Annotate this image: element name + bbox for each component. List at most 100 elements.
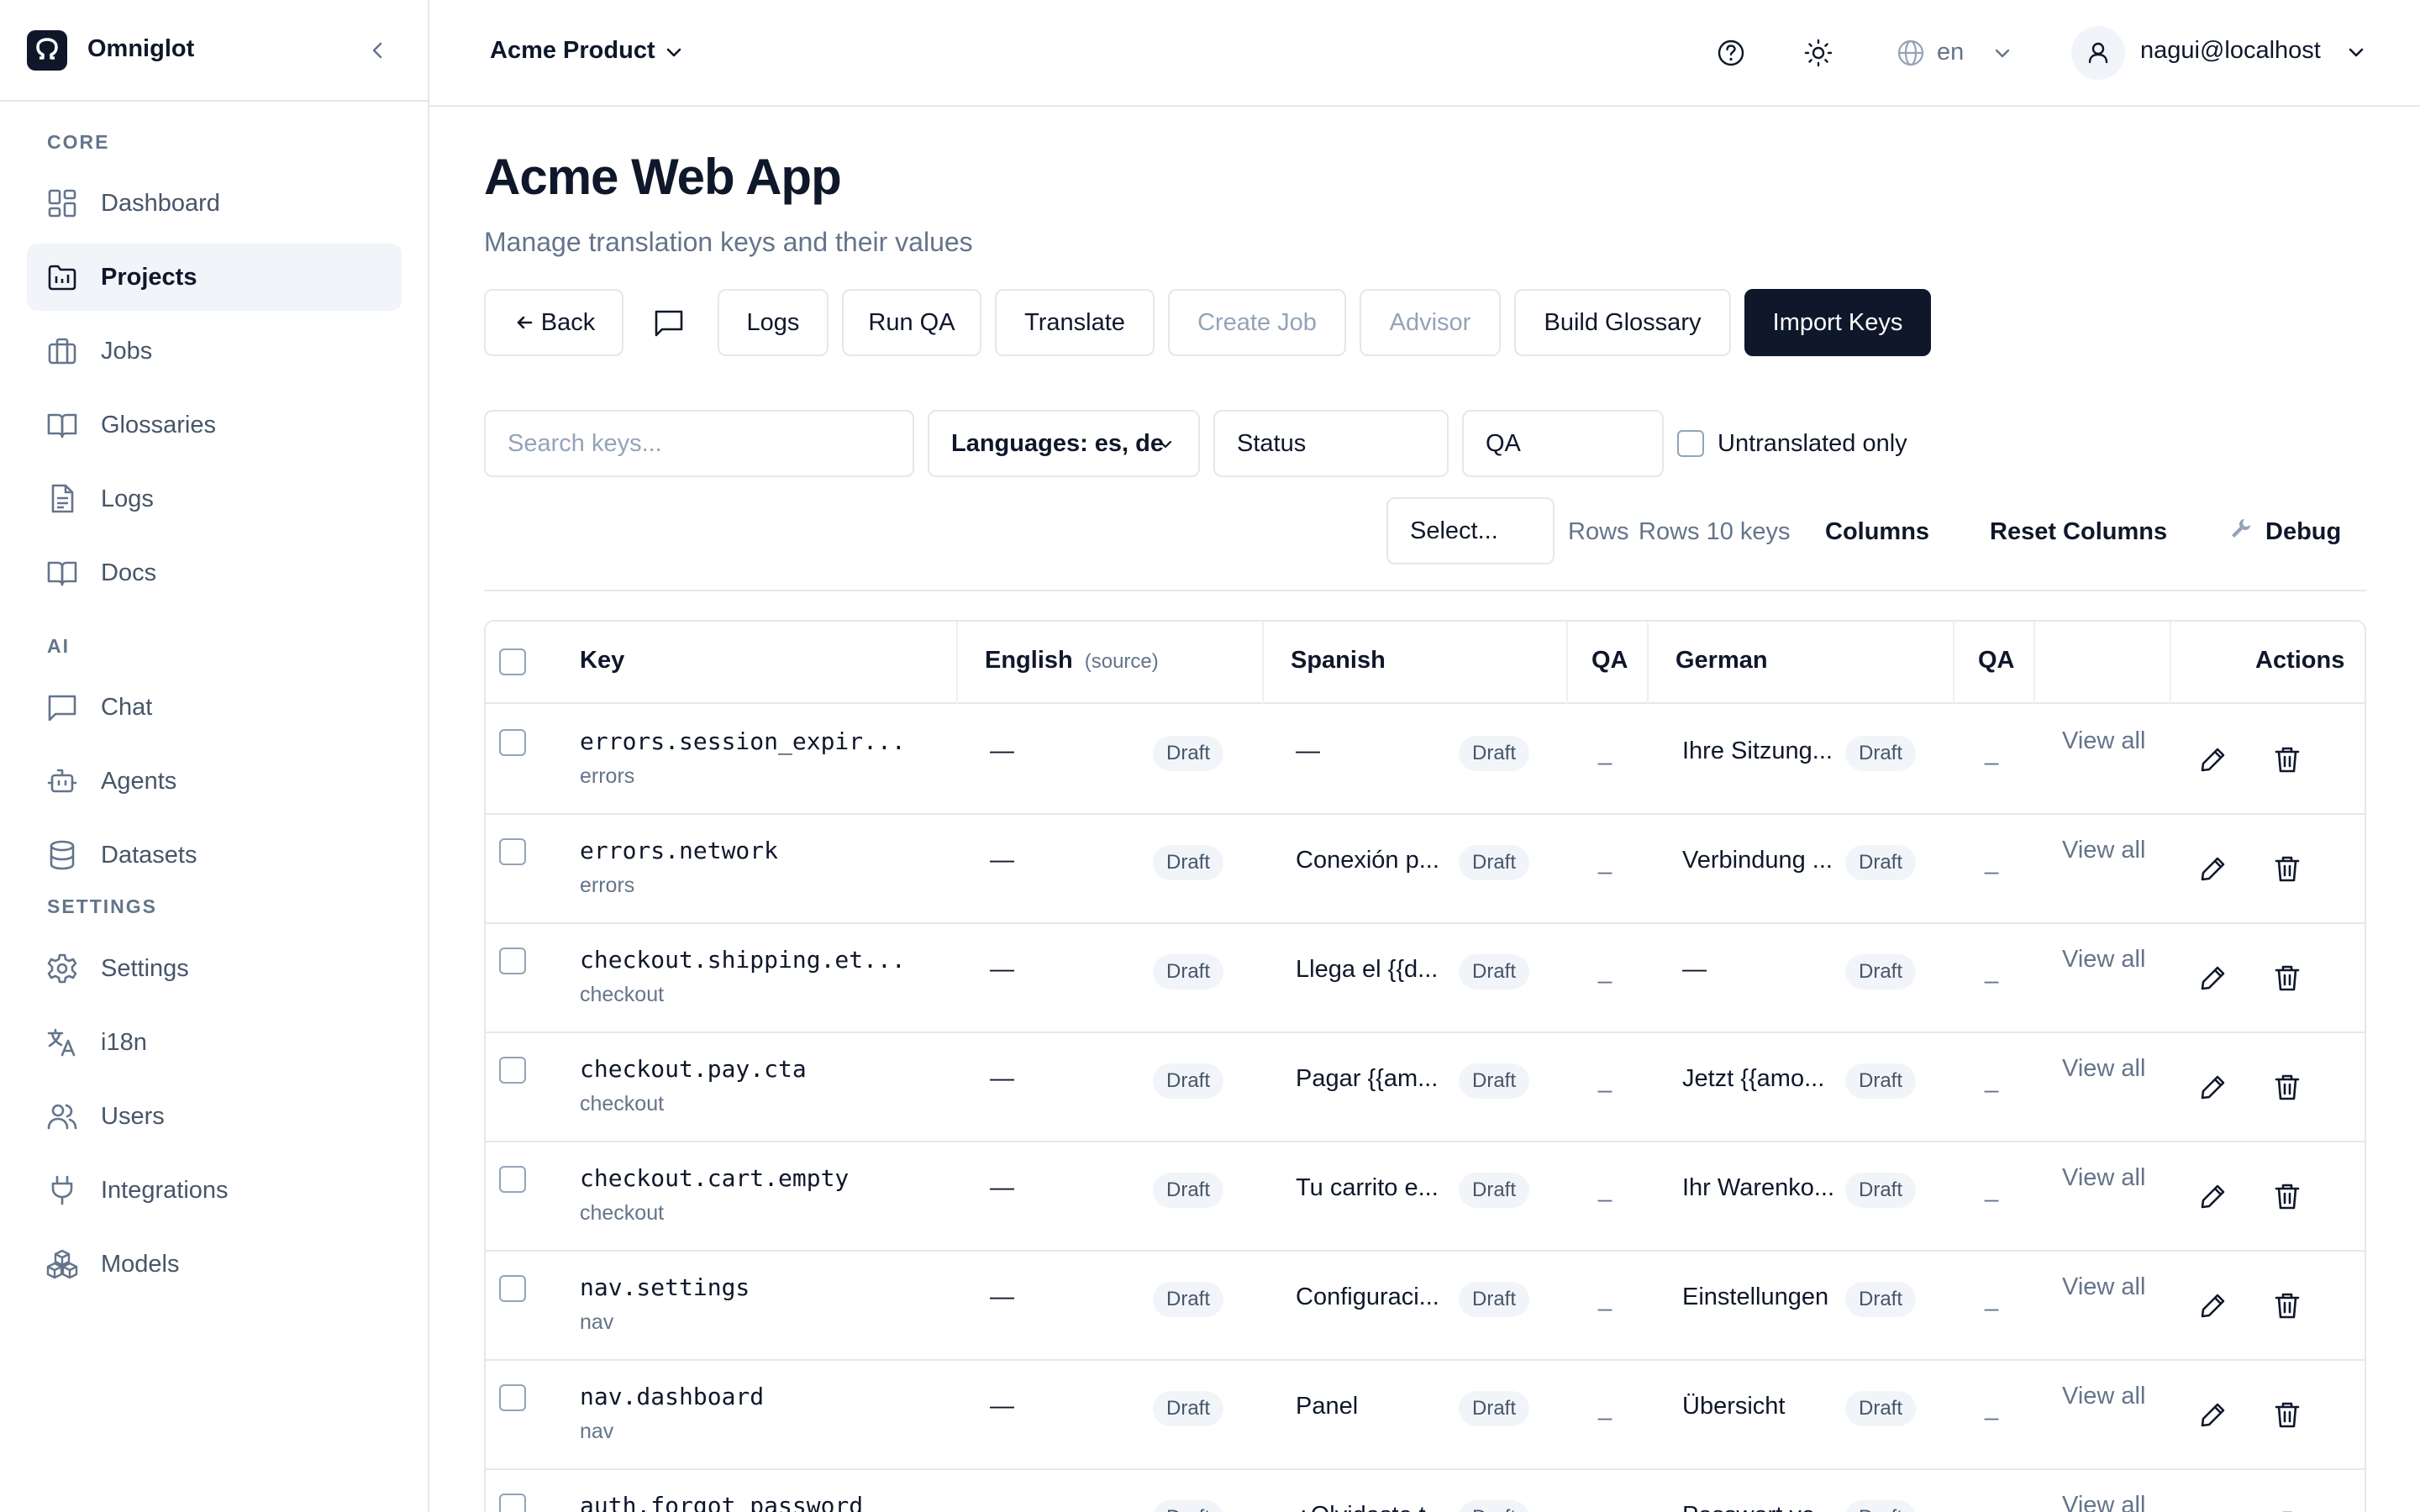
untranslated-only-checkbox[interactable] [1677,430,1704,457]
sidebar-item-dashboard[interactable]: Dashboard [27,170,402,237]
row-checkbox[interactable] [499,1384,526,1411]
debug-button[interactable]: Debug [2265,518,2341,546]
comments-button[interactable] [652,306,686,339]
english-value[interactable]: — [990,1174,1040,1202]
delete-trash-icon[interactable] [2270,961,2304,995]
table-row[interactable]: nav.dashboard nav — Draft Panel Draft _ Übersic… [486,1361,2365,1470]
row-checkbox[interactable] [499,1494,526,1512]
sidebar-item-jobs[interactable]: Jobs [27,318,402,385]
spanish-value[interactable]: Panel [1296,1393,1447,1420]
view-all-link[interactable]: View all [2062,837,2145,864]
english-value[interactable]: — [990,738,1040,765]
sidebar-item-integrations[interactable]: Integrations [27,1157,402,1224]
table-row[interactable]: auth.forgot_passwordauth—Draft¿Olvidaste… [486,1470,2365,1512]
spanish-value[interactable]: Conexión p... [1296,847,1447,874]
english-value[interactable]: — [990,1284,1040,1311]
column-header-key[interactable]: Key [580,647,624,675]
product-selector[interactable]: Acme Product [490,37,655,65]
column-header-qa-german[interactable]: QA [1978,647,2015,675]
edit-pencil-icon[interactable] [2196,961,2230,995]
spanish-value[interactable]: Configuraci... [1296,1284,1447,1311]
column-header-qa-spanish[interactable]: QA [1591,647,1628,675]
english-value[interactable]: — [990,1065,1040,1093]
sidebar-item-docs[interactable]: Docs [27,539,402,606]
language-selector[interactable]: en [1937,39,1964,66]
translation-key[interactable]: checkout.pay.cta [580,1055,807,1083]
german-value[interactable]: Ihr Warenko... [1682,1174,1837,1202]
advisor-button[interactable]: Advisor [1360,289,1501,356]
column-header-english[interactable]: English (source) [985,647,1159,675]
view-all-link[interactable]: View all [2062,946,2145,974]
translation-key[interactable]: checkout.cart.empty [580,1164,849,1192]
sidebar-item-logs[interactable]: Logs [27,465,402,533]
import-keys-button[interactable]: Import Keys [1744,289,1931,356]
spanish-value[interactable]: Llega el {{d... [1296,956,1447,984]
edit-pencil-icon[interactable] [2196,1398,2230,1431]
german-value[interactable]: Einstellungen [1682,1284,1837,1311]
german-value[interactable]: Ihre Sitzung... [1682,738,1837,765]
german-value[interactable]: Verbindung ... [1682,847,1837,874]
sidebar-item-i18n[interactable]: i18n [27,1009,402,1076]
translation-key[interactable]: errors.network [580,837,778,864]
table-row[interactable]: errors.network errors — Draft Conexión p... D… [486,815,2365,924]
spanish-value[interactable]: ¿Olvidaste t... [1296,1502,1447,1512]
delete-trash-icon[interactable] [2270,852,2304,885]
languages-select[interactable]: Languages: es, de [928,410,1200,477]
chevron-down-icon[interactable] [661,40,687,66]
sidebar-item-settings[interactable]: Settings [27,935,402,1002]
translation-key[interactable]: nav.dashboard [580,1383,764,1410]
german-value[interactable]: Jetzt {{amo... [1682,1065,1837,1093]
row-checkbox[interactable] [499,729,526,756]
avatar[interactable] [2071,26,2125,80]
view-all-link[interactable]: View all [2062,1383,2145,1410]
column-header-german[interactable]: German [1676,647,1768,675]
view-all-link[interactable]: View all [2062,1164,2145,1192]
search-input[interactable]: Search keys... [484,410,914,477]
reset-columns-button[interactable]: Reset Columns [1990,518,2167,546]
qa-select[interactable]: QA [1462,410,1664,477]
row-checkbox[interactable] [499,948,526,974]
sidebar-item-datasets[interactable]: Datasets [27,822,402,889]
delete-trash-icon[interactable] [2270,1070,2304,1104]
translation-key[interactable]: nav.settings [580,1273,750,1301]
view-all-link[interactable]: View all [2062,1273,2145,1301]
spanish-value[interactable]: — [1296,738,1447,765]
delete-trash-icon[interactable] [2270,1179,2304,1213]
row-checkbox[interactable] [499,1275,526,1302]
sidebar-item-projects[interactable]: Projects [27,244,402,311]
english-value[interactable]: — [990,847,1040,874]
back-button[interactable]: Back [484,289,623,356]
translation-key[interactable]: auth.forgot_password [580,1492,863,1512]
sidebar-item-users[interactable]: Users [27,1083,402,1150]
edit-pencil-icon[interactable] [2196,1507,2230,1512]
delete-trash-icon[interactable] [2270,1398,2304,1431]
user-menu[interactable]: nagui@localhost [2140,37,2321,65]
status-select[interactable]: Status [1213,410,1449,477]
row-checkbox[interactable] [499,1166,526,1193]
english-value[interactable]: — [990,956,1040,984]
chevron-down-icon[interactable] [2344,40,2369,66]
globe-icon[interactable] [1895,37,1927,69]
translate-button[interactable]: Translate [995,289,1155,356]
row-select-dropdown[interactable]: Select... [1386,497,1555,564]
view-all-link[interactable]: View all [2062,1492,2145,1512]
columns-button[interactable]: Columns [1825,518,1929,546]
english-value[interactable]: — [990,1502,1040,1512]
view-all-link[interactable]: View all [2062,1055,2145,1083]
edit-pencil-icon[interactable] [2196,1179,2230,1213]
theme-toggle-sun-icon[interactable] [1802,37,1834,69]
edit-pencil-icon[interactable] [2196,743,2230,776]
spanish-value[interactable]: Tu carrito e... [1296,1174,1447,1202]
sidebar-item-models[interactable]: Models [27,1231,402,1298]
sidebar-item-glossaries[interactable]: Glossaries [27,391,402,459]
sidebar-item-agents[interactable]: Agents [27,748,402,815]
translation-key[interactable]: errors.session_expir... [580,727,906,755]
delete-trash-icon[interactable] [2270,1289,2304,1322]
translation-key[interactable]: checkout.shipping.et... [580,946,906,974]
table-row[interactable]: checkout.shipping.et... checkout — Draft Lle… [486,924,2365,1033]
delete-trash-icon[interactable] [2270,1507,2304,1512]
delete-trash-icon[interactable] [2270,743,2304,776]
german-value[interactable]: Passwort ve... [1682,1502,1837,1512]
collapse-sidebar-button[interactable] [363,35,393,66]
view-all-link[interactable]: View all [2062,727,2145,755]
